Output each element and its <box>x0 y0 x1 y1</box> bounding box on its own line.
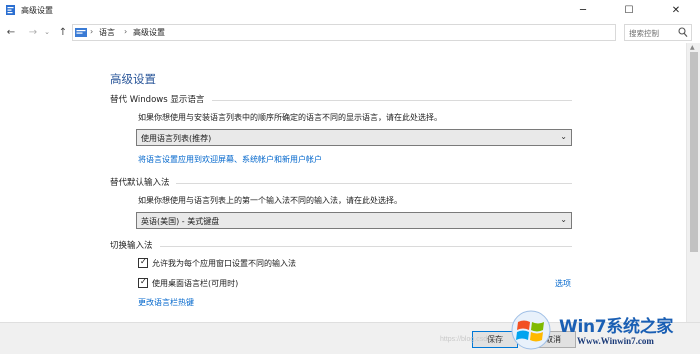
navigation-bar: ← → ⌄ ↑ › 语言 › 高级设置 ⌄ ↻ 搜索控制 <box>0 21 700 43</box>
faint-watermark-url: https://blog.csdn.net <box>440 336 503 343</box>
window-title: 高级设置 <box>21 6 53 15</box>
language-bar-options-link[interactable]: 选项 <box>555 278 571 289</box>
forward-button[interactable]: → <box>26 25 40 39</box>
input-method-selected-value: 英语(美国) - 美式键盘 <box>141 217 220 226</box>
breadcrumb-item-advanced-settings[interactable]: 高级设置 <box>133 27 165 38</box>
minimize-icon: ─ <box>579 5 587 16</box>
back-arrow-icon: ← <box>6 26 16 38</box>
per-app-input-label[interactable]: 允许我为每个应用窗口设置不同的输入法 <box>152 258 296 269</box>
desktop-language-bar-checkbox[interactable]: ✓ <box>138 277 148 288</box>
checkmark-icon: ✓ <box>140 277 147 286</box>
breadcrumb-separator: › <box>124 27 128 36</box>
divider <box>212 100 572 101</box>
watermark-url: Www.Winwin7.com <box>577 336 654 346</box>
chevron-down-icon: ⌄ <box>560 215 567 224</box>
breadcrumb-separator: › <box>90 27 94 36</box>
maximize-icon: ☐ <box>624 5 634 16</box>
divider <box>176 183 572 184</box>
windows-logo-icon <box>511 310 551 350</box>
change-hotkeys-link[interactable]: 更改语言栏热键 <box>138 297 194 308</box>
maximize-button[interactable]: ☐ <box>606 0 652 21</box>
chevron-down-icon: ⌄ <box>44 28 50 36</box>
back-button[interactable]: ← <box>4 25 18 39</box>
search-icon <box>678 27 688 37</box>
display-language-select[interactable]: 使用语言列表(推荐) ⌄ <box>136 129 572 146</box>
title-bar: 高级设置 ─ ☐ ✕ <box>0 0 700 21</box>
settings-content: 高级设置 替代 Windows 显示语言 如果你想使用与安装语言列表中的顺序所确… <box>0 43 686 322</box>
chevron-down-icon: ⌄ <box>560 132 567 141</box>
up-button[interactable]: ↑ <box>56 25 70 39</box>
apply-language-settings-link[interactable]: 将语言设置应用到欢迎屏幕、系统帐户和新用户帐户 <box>138 154 322 165</box>
section-heading-display-language: 替代 Windows 显示语言 <box>110 95 205 105</box>
minimize-button[interactable]: ─ <box>560 0 606 21</box>
section-heading-input-method: 替代默认输入法 <box>110 178 170 188</box>
vertical-scrollbar[interactable]: ▲ <box>686 43 700 322</box>
section-heading-switching: 切换输入法 <box>110 241 153 251</box>
display-language-description: 如果你想使用与安装语言列表中的顺序所确定的语言不同的显示语言，请在此处选择。 <box>138 113 442 122</box>
per-app-input-checkbox[interactable]: ✓ <box>138 257 148 268</box>
divider <box>160 246 572 247</box>
watermark-brand: Win7系统之家 <box>559 317 674 337</box>
close-button[interactable]: ✕ <box>652 0 700 21</box>
forward-arrow-icon: → <box>28 26 38 38</box>
control-panel-icon <box>75 28 87 37</box>
search-placeholder: 搜索控制 <box>629 29 659 38</box>
address-bar[interactable]: › 语言 › 高级设置 ⌄ ↻ <box>72 24 681 41</box>
control-panel-icon <box>6 5 15 15</box>
up-arrow-icon: ↑ <box>58 26 68 38</box>
page-title: 高级设置 <box>110 72 156 86</box>
close-icon: ✕ <box>671 5 681 16</box>
checkmark-icon: ✓ <box>140 257 147 266</box>
input-method-select[interactable]: 英语(美国) - 美式键盘 ⌄ <box>136 212 572 229</box>
recent-locations-button[interactable]: ⌄ <box>42 25 52 39</box>
site-watermark: Win7系统之家 Www.Winwin7.com <box>503 306 700 354</box>
desktop-language-bar-label[interactable]: 使用桌面语言栏(可用时) <box>152 278 238 289</box>
search-input[interactable]: 搜索控制 <box>624 24 692 41</box>
display-language-selected-value: 使用语言列表(推荐) <box>141 134 212 143</box>
scroll-up-icon[interactable]: ▲ <box>690 44 695 51</box>
scrollbar-thumb[interactable] <box>690 52 698 252</box>
input-method-description: 如果你想使用与语言列表上的第一个输入法不同的输入法，请在此处选择。 <box>138 196 402 205</box>
breadcrumb-item-language[interactable]: 语言 <box>99 27 115 38</box>
